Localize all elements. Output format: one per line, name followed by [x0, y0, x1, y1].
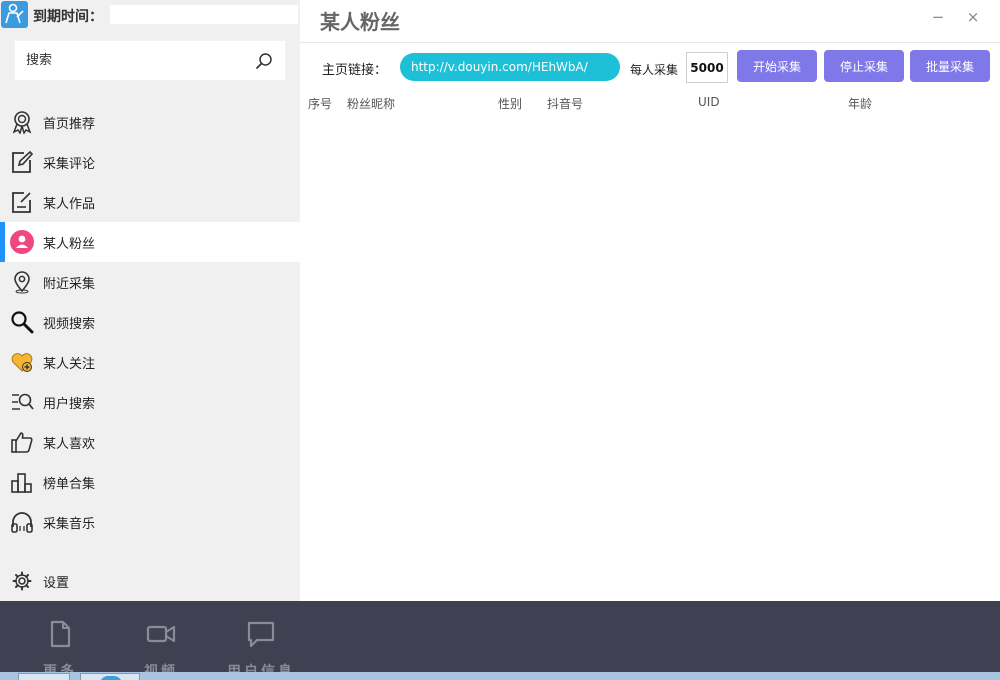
bottom-nav-label: 用户信息 [227, 664, 295, 672]
sidebar-item-label: 视频搜索 [43, 316, 96, 332]
sidebar-item-following[interactable]: 某人关注 [0, 342, 300, 382]
sidebar-item-label: 某人关注 [43, 356, 96, 372]
sidebar-item-user-search[interactable]: 用户搜索 [0, 382, 300, 422]
note-icon [10, 190, 34, 214]
search-icon [10, 310, 34, 334]
per-person-label: 每人采集 [630, 63, 679, 77]
title-divider [300, 42, 1000, 43]
column-header-uid[interactable]: UID [698, 95, 720, 109]
heart-add-icon [10, 350, 34, 374]
close-button[interactable]: × [964, 8, 982, 26]
brand-bar: 到期时间： [0, 0, 300, 30]
document-icon [50, 620, 71, 648]
user-icon [10, 230, 34, 254]
main-panel: 某人粉丝 − × 主页链接： 每人采集 开始采集 停止采集 批量采集 序号 粉丝… [300, 0, 1000, 601]
sidebar-item-label: 某人粉丝 [43, 236, 96, 252]
sidebar-item-label: 附近采集 [43, 276, 96, 292]
sidebar-item-label: 榜单合集 [43, 476, 96, 492]
gear-icon [12, 571, 32, 591]
sidebar-item-home[interactable]: 首页推荐 [0, 102, 300, 142]
column-header-gender[interactable]: 性别 [498, 95, 522, 112]
fans-table-body [300, 114, 1000, 600]
search-box [14, 40, 286, 81]
bar-chart-icon [10, 470, 34, 494]
start-collect-button[interactable]: 开始采集 [737, 50, 817, 82]
sidebar: 到期时间： 首页推荐 采集评论 [0, 0, 300, 601]
edit-icon [10, 150, 34, 174]
taskbar-button[interactable] [18, 673, 70, 680]
sidebar-item-label: 采集评论 [43, 156, 96, 172]
column-header-age[interactable]: 年龄 [848, 95, 872, 112]
os-taskbar [0, 672, 1000, 680]
sidebar-item-label: 首页推荐 [43, 116, 96, 132]
award-icon [10, 110, 34, 134]
minimize-button[interactable]: − [929, 8, 947, 26]
sidebar-item-label: 用户搜索 [43, 396, 96, 412]
bottom-nav-user-info[interactable]: 用户信息 [227, 617, 292, 672]
sidebar-item-likes[interactable]: 某人喜欢 [0, 422, 300, 462]
column-header-nickname[interactable]: 粉丝昵称 [347, 95, 395, 112]
bottom-nav-more[interactable]: 更多 [30, 617, 90, 672]
page-title: 某人粉丝 [320, 10, 400, 34]
homepage-link-label: 主页链接： [322, 63, 388, 78]
app-window: 到期时间： 首页推荐 采集评论 [0, 0, 1000, 680]
per-person-count-input[interactable] [686, 52, 728, 83]
sidebar-item-settings[interactable]: 设置 [0, 562, 300, 600]
batch-collect-button[interactable]: 批量采集 [910, 50, 990, 82]
sidebar-item-fans[interactable]: 某人粉丝 [0, 222, 300, 262]
sidebar-item-music[interactable]: 采集音乐 [0, 502, 300, 542]
chat-icon [247, 621, 275, 648]
bottom-nav: 更多 视频 用户信息 [0, 601, 1000, 672]
sidebar-item-label: 某人作品 [43, 196, 96, 212]
list-search-icon [10, 390, 34, 414]
sidebar-item-rankings[interactable]: 榜单合集 [0, 462, 300, 502]
search-icon[interactable] [255, 52, 273, 70]
bottom-nav-video[interactable]: 视频 [131, 617, 191, 672]
sidebar-item-comments[interactable]: 采集评论 [0, 142, 300, 182]
bottom-nav-label: 更多 [43, 664, 77, 672]
video-camera-icon [146, 625, 176, 643]
sidebar-item-works[interactable]: 某人作品 [0, 182, 300, 222]
sidebar-item-label: 某人喜欢 [43, 436, 96, 452]
sidebar-item-nearby[interactable]: 附近采集 [0, 262, 300, 302]
column-header-index[interactable]: 序号 [308, 95, 332, 112]
search-input[interactable] [15, 41, 245, 80]
settings-label: 设置 [43, 575, 70, 591]
fans-table-header: 序号 粉丝昵称 性别 抖音号 UID 年龄 [300, 92, 1000, 114]
app-logo-icon [1, 1, 28, 28]
taskbar-button-app[interactable] [80, 673, 140, 680]
sidebar-item-label: 采集音乐 [43, 516, 96, 532]
column-header-douyin-id[interactable]: 抖音号 [547, 95, 583, 112]
app-globe-icon [100, 676, 122, 680]
expiry-label: 到期时间： [33, 9, 103, 25]
stop-collect-button[interactable]: 停止采集 [824, 50, 904, 82]
expiry-value-field [110, 5, 298, 24]
sidebar-item-video-search[interactable]: 视频搜索 [0, 302, 300, 342]
homepage-link-input[interactable] [400, 53, 620, 81]
headphones-icon [10, 510, 34, 534]
bottom-nav-label: 视频 [144, 664, 178, 672]
sidebar-nav: 首页推荐 采集评论 某人作品 某人粉丝 附近采集 视频搜索 某人关注 用户搜索 … [0, 102, 300, 542]
thumbs-up-icon [10, 430, 34, 454]
location-pin-icon [10, 270, 34, 294]
